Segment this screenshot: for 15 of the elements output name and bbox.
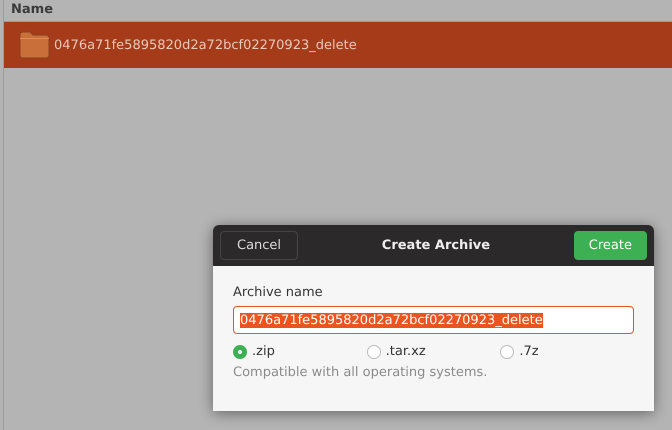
format-label: .zip xyxy=(252,344,275,359)
file-row[interactable]: 0476a71fe5895820d2a72bcf02270923_delete xyxy=(4,22,672,68)
format-label: .tar.xz xyxy=(386,344,426,359)
folder-icon xyxy=(18,31,50,59)
field-label: Archive name xyxy=(233,285,324,300)
format-label: .7z xyxy=(519,344,539,359)
file-name: 0476a71fe5895820d2a72bcf02270923_delete xyxy=(54,38,357,52)
cancel-button[interactable]: Cancel xyxy=(220,231,298,260)
archive-name-field[interactable]: 0476a71fe5895820d2a72bcf02270923_delete xyxy=(233,306,634,334)
radio-button[interactable] xyxy=(233,344,247,358)
dialog-title: Create Archive xyxy=(382,238,490,253)
format-description: Compatible with all operating systems. xyxy=(233,365,488,380)
radio-button[interactable] xyxy=(366,344,381,358)
radio-button[interactable] xyxy=(500,344,514,358)
create-button[interactable]: Create xyxy=(574,231,647,260)
